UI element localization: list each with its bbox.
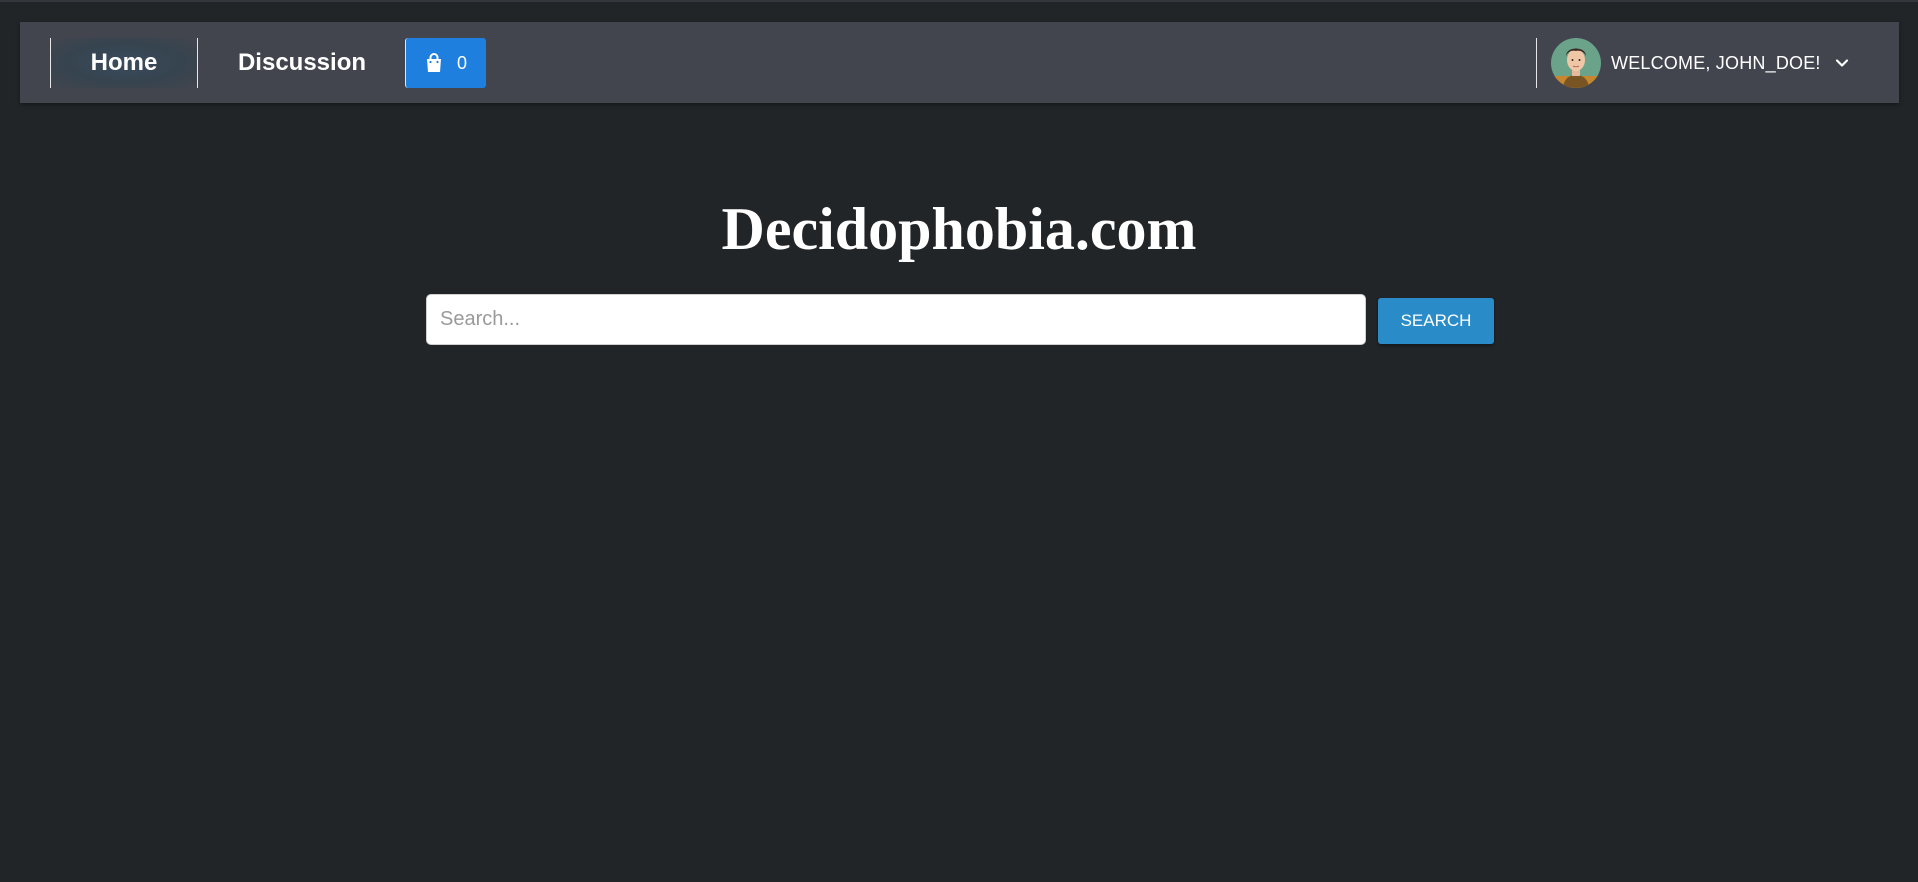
top-navbar: Home Discussion 0 WELCOME, JOHN_DOE!: [20, 22, 1899, 103]
nav-home-label: Home: [90, 49, 158, 76]
page: Home Discussion 0 WELCOME, JOHN_DOE! Dec…: [0, 0, 1918, 882]
shopping-bag-icon: [425, 53, 443, 73]
cart-button[interactable]: 0: [405, 38, 486, 88]
nav-home-link[interactable]: Home: [50, 38, 198, 88]
search-input[interactable]: [426, 294, 1366, 345]
user-menu[interactable]: WELCOME, JOHN_DOE!: [1536, 38, 1849, 88]
welcome-text: WELCOME, JOHN_DOE!: [1611, 52, 1821, 73]
search-button[interactable]: SEARCH: [1378, 298, 1494, 344]
site-title: Decidophobia.com: [721, 196, 1197, 262]
chevron-down-icon[interactable]: [1835, 58, 1849, 68]
cart-count: 0: [456, 52, 467, 73]
avatar: [1551, 38, 1601, 88]
nav-discussion-label: Discussion: [237, 49, 367, 76]
nav-discussion-link[interactable]: Discussion: [197, 38, 407, 88]
